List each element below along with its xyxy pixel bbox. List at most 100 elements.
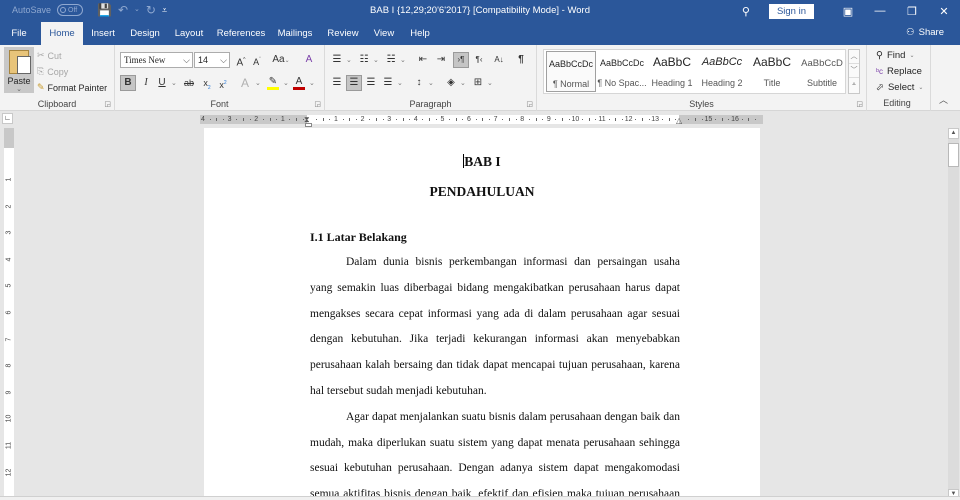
find-button[interactable]: ⚲ Find ⌄	[876, 50, 914, 61]
align-left-icon[interactable]: ☰	[329, 75, 345, 91]
grow-font-icon[interactable]: A^	[233, 52, 249, 68]
scroll-up-icon[interactable]: ▲	[948, 128, 959, 139]
font-color-icon[interactable]: A	[291, 74, 307, 90]
chevron-down-icon[interactable]: ⌄	[460, 79, 466, 87]
dialog-launcher-icon[interactable]: ◲	[526, 100, 533, 108]
scrollbar-thumb[interactable]	[948, 143, 959, 167]
ruler-tick	[262, 119, 264, 120]
font-name-combo[interactable]: Times New Roman ⌵	[120, 52, 193, 68]
borders-icon[interactable]: ⊞	[470, 75, 486, 91]
tab-file[interactable]: File	[2, 22, 36, 45]
sign-in-button[interactable]: Sign in	[768, 3, 814, 19]
bold-button[interactable]: B	[120, 75, 136, 91]
style-normal[interactable]: AaBbCcDc ¶ Normal	[546, 51, 596, 92]
tab-help[interactable]: Help	[404, 22, 436, 45]
gallery-up-icon[interactable]: ︿	[849, 50, 859, 64]
chevron-down-icon[interactable]: ⌄	[346, 56, 352, 64]
tab-mailings[interactable]: Mailings	[272, 22, 318, 45]
paragraph-line: mengakses secara cepat informasi yang ad…	[310, 307, 680, 320]
chevron-down-icon[interactable]: ⌄	[373, 56, 379, 64]
dialog-launcher-icon[interactable]: ◲	[104, 100, 111, 108]
clear-formatting-icon[interactable]: A	[301, 52, 317, 68]
align-center-icon[interactable]: ☰	[346, 75, 362, 91]
document-page[interactable]: BAB I PENDAHULUAN I.1 Latar Belakang Dal…	[204, 128, 760, 500]
tab-layout[interactable]: Layout	[168, 22, 210, 45]
chevron-down-icon[interactable]: ⌄	[255, 79, 261, 87]
chevron-down-icon[interactable]: ⌄	[487, 79, 493, 87]
shading-icon[interactable]: ◈	[443, 75, 459, 91]
strikethrough-button[interactable]: ab	[181, 75, 197, 91]
chevron-down-icon[interactable]: ⌄	[171, 79, 177, 87]
tab-home[interactable]: Home	[41, 22, 83, 45]
bullets-icon[interactable]: ☰	[329, 52, 345, 68]
share-button[interactable]: ⚇ Share	[906, 27, 944, 38]
replace-button[interactable]: ᵇc Replace	[876, 66, 922, 77]
dialog-launcher-icon[interactable]: ◲	[856, 100, 863, 108]
style-heading-2[interactable]: AaBbCc Heading 2	[697, 51, 747, 92]
copy-label: Copy	[47, 66, 69, 77]
shrink-font-icon[interactable]: Aˇ	[249, 52, 265, 68]
left-to-right-icon[interactable]: ›¶	[453, 52, 469, 68]
chevron-down-icon[interactable]: ⌄	[309, 79, 315, 87]
change-case-icon[interactable]: Aa⌄	[269, 52, 293, 68]
horizontal-ruler[interactable]: ⧗ △ 4 3 2 1 1 2 3 4 5 6 7 8 9 10 11 12 13 15 16	[200, 115, 763, 125]
group-divider	[930, 45, 931, 111]
vertical-scrollbar[interactable]: ▲ ▼	[948, 128, 959, 500]
chevron-down-icon[interactable]: ⌄	[283, 79, 289, 87]
chevron-down-icon[interactable]: ⌄	[397, 79, 403, 87]
ruler-number: 1	[280, 116, 285, 123]
paste-button[interactable]: Paste ⌄	[4, 47, 34, 93]
vertical-ruler[interactable]: 1 2 3 4 5 6 7 8 9 10 11 12	[4, 128, 14, 500]
tab-selector[interactable]: ∟	[2, 113, 13, 124]
subscript-button[interactable]: x2	[199, 75, 215, 91]
align-right-icon[interactable]: ☰	[363, 75, 379, 91]
search-icon[interactable]: ⚲	[735, 5, 757, 18]
left-indent-marker[interactable]	[305, 123, 312, 127]
tab-design[interactable]: Design	[124, 22, 166, 45]
select-button[interactable]: ⬀ Select ⌄	[876, 82, 923, 93]
dialog-launcher-icon[interactable]: ◲	[314, 100, 321, 108]
gallery-more-icon[interactable]: ⩡	[849, 78, 859, 92]
chevron-down-icon[interactable]: ⌄	[428, 79, 434, 87]
replace-icon: ᵇc	[876, 67, 884, 76]
underline-button[interactable]: U	[154, 75, 170, 91]
decrease-indent-icon[interactable]: ⇤	[415, 52, 431, 68]
copy-button[interactable]: ⎘ Copy	[37, 66, 68, 77]
style-subtitle[interactable]: AaBbCcD Subtitle	[797, 51, 847, 92]
justify-icon[interactable]: ☰	[380, 75, 396, 91]
style-no-spacing[interactable]: AaBbCcDc ¶ No Spac...	[597, 51, 647, 92]
gallery-down-icon[interactable]: ﹀	[849, 64, 859, 78]
line-spacing-icon[interactable]: ↕	[411, 75, 427, 91]
style-heading-1[interactable]: AaBbC Heading 1	[647, 51, 697, 92]
tab-references[interactable]: References	[212, 22, 270, 45]
style-title[interactable]: AaBbC Title	[747, 51, 797, 92]
numbering-icon[interactable]: ☷	[356, 52, 372, 68]
cut-button[interactable]: ✂ Cut	[37, 50, 62, 61]
ruler-tick	[555, 119, 557, 120]
horizontal-ruler-area: ∟ ⧗ △ 4 3 2 1 1 2 3 4 5 6 7 8 9 10 11 12 13 15 16	[0, 111, 960, 127]
tab-view[interactable]: View	[368, 22, 400, 45]
right-to-left-icon[interactable]: ¶‹	[471, 52, 487, 68]
chevron-down-icon[interactable]: ⌄	[400, 56, 406, 64]
ruler-number: 1	[334, 116, 338, 123]
highlight-icon[interactable]: ✎	[265, 74, 281, 90]
tab-insert[interactable]: Insert	[85, 22, 121, 45]
right-indent-marker[interactable]: △	[676, 116, 682, 125]
superscript-button[interactable]: x2	[215, 75, 231, 91]
ribbon-display-options-icon[interactable]: ▣	[832, 5, 864, 18]
italic-button[interactable]: I	[138, 75, 154, 91]
collapse-ribbon-icon[interactable]: ︿	[939, 93, 948, 106]
text-effects-icon[interactable]: A	[237, 75, 253, 91]
tab-review[interactable]: Review	[322, 22, 364, 45]
styles-group-label: Styles	[689, 99, 714, 109]
format-painter-button[interactable]: ✎ Format Painter	[37, 82, 107, 93]
ruler-tick	[302, 119, 304, 120]
multilevel-list-icon[interactable]: ☵	[383, 52, 399, 68]
sort-icon[interactable]: A↓	[491, 52, 507, 68]
restore-icon[interactable]: ❐	[896, 5, 928, 18]
close-icon[interactable]: ✕	[928, 5, 960, 18]
minimize-icon[interactable]: —	[864, 5, 896, 17]
increase-indent-icon[interactable]: ⇥	[433, 52, 449, 68]
font-size-combo[interactable]: 14 ⌵	[194, 52, 230, 68]
show-formatting-marks-icon[interactable]: ¶	[513, 52, 529, 68]
